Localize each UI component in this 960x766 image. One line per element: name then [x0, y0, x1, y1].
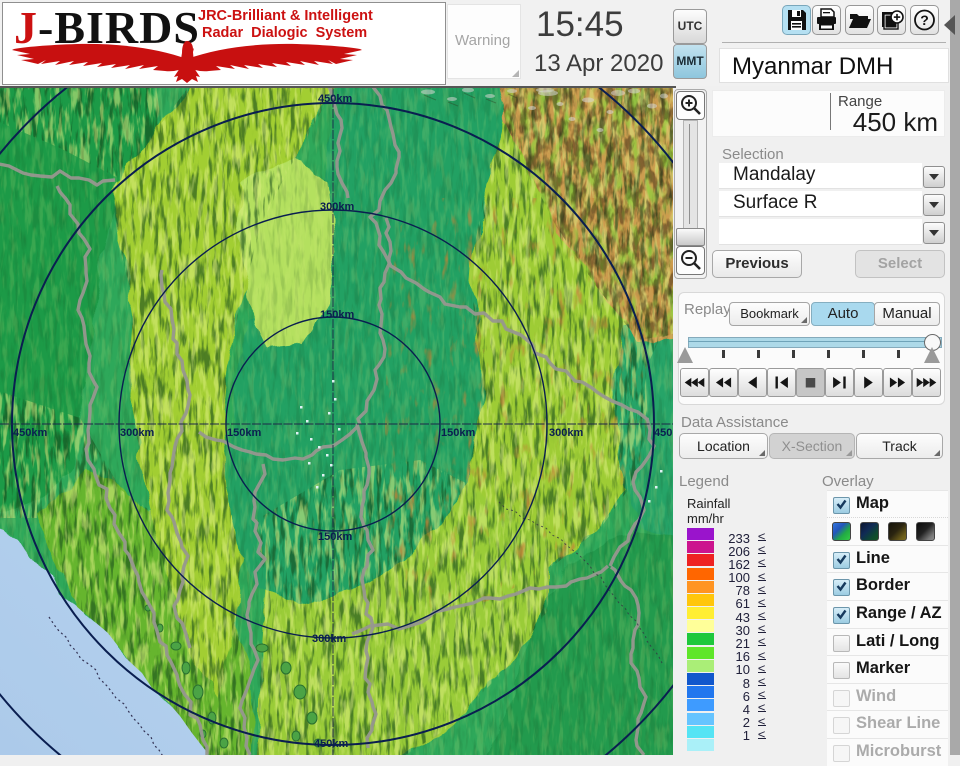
svg-text:?: ?: [920, 12, 929, 28]
svg-text:300km: 300km: [320, 201, 354, 213]
svg-text:300km: 300km: [120, 427, 154, 439]
svg-text:150km: 150km: [320, 309, 354, 321]
svg-text:450km: 450km: [314, 738, 348, 750]
svg-text:450km: 450km: [13, 427, 47, 439]
svg-text:450km: 450km: [654, 427, 673, 439]
svg-text:300km: 300km: [549, 427, 583, 439]
svg-text:150km: 150km: [318, 531, 352, 543]
svg-text:150km: 150km: [441, 427, 475, 439]
svg-text:150km: 150km: [227, 427, 261, 439]
svg-text:450km: 450km: [318, 93, 352, 105]
svg-text:300km: 300km: [312, 633, 346, 645]
